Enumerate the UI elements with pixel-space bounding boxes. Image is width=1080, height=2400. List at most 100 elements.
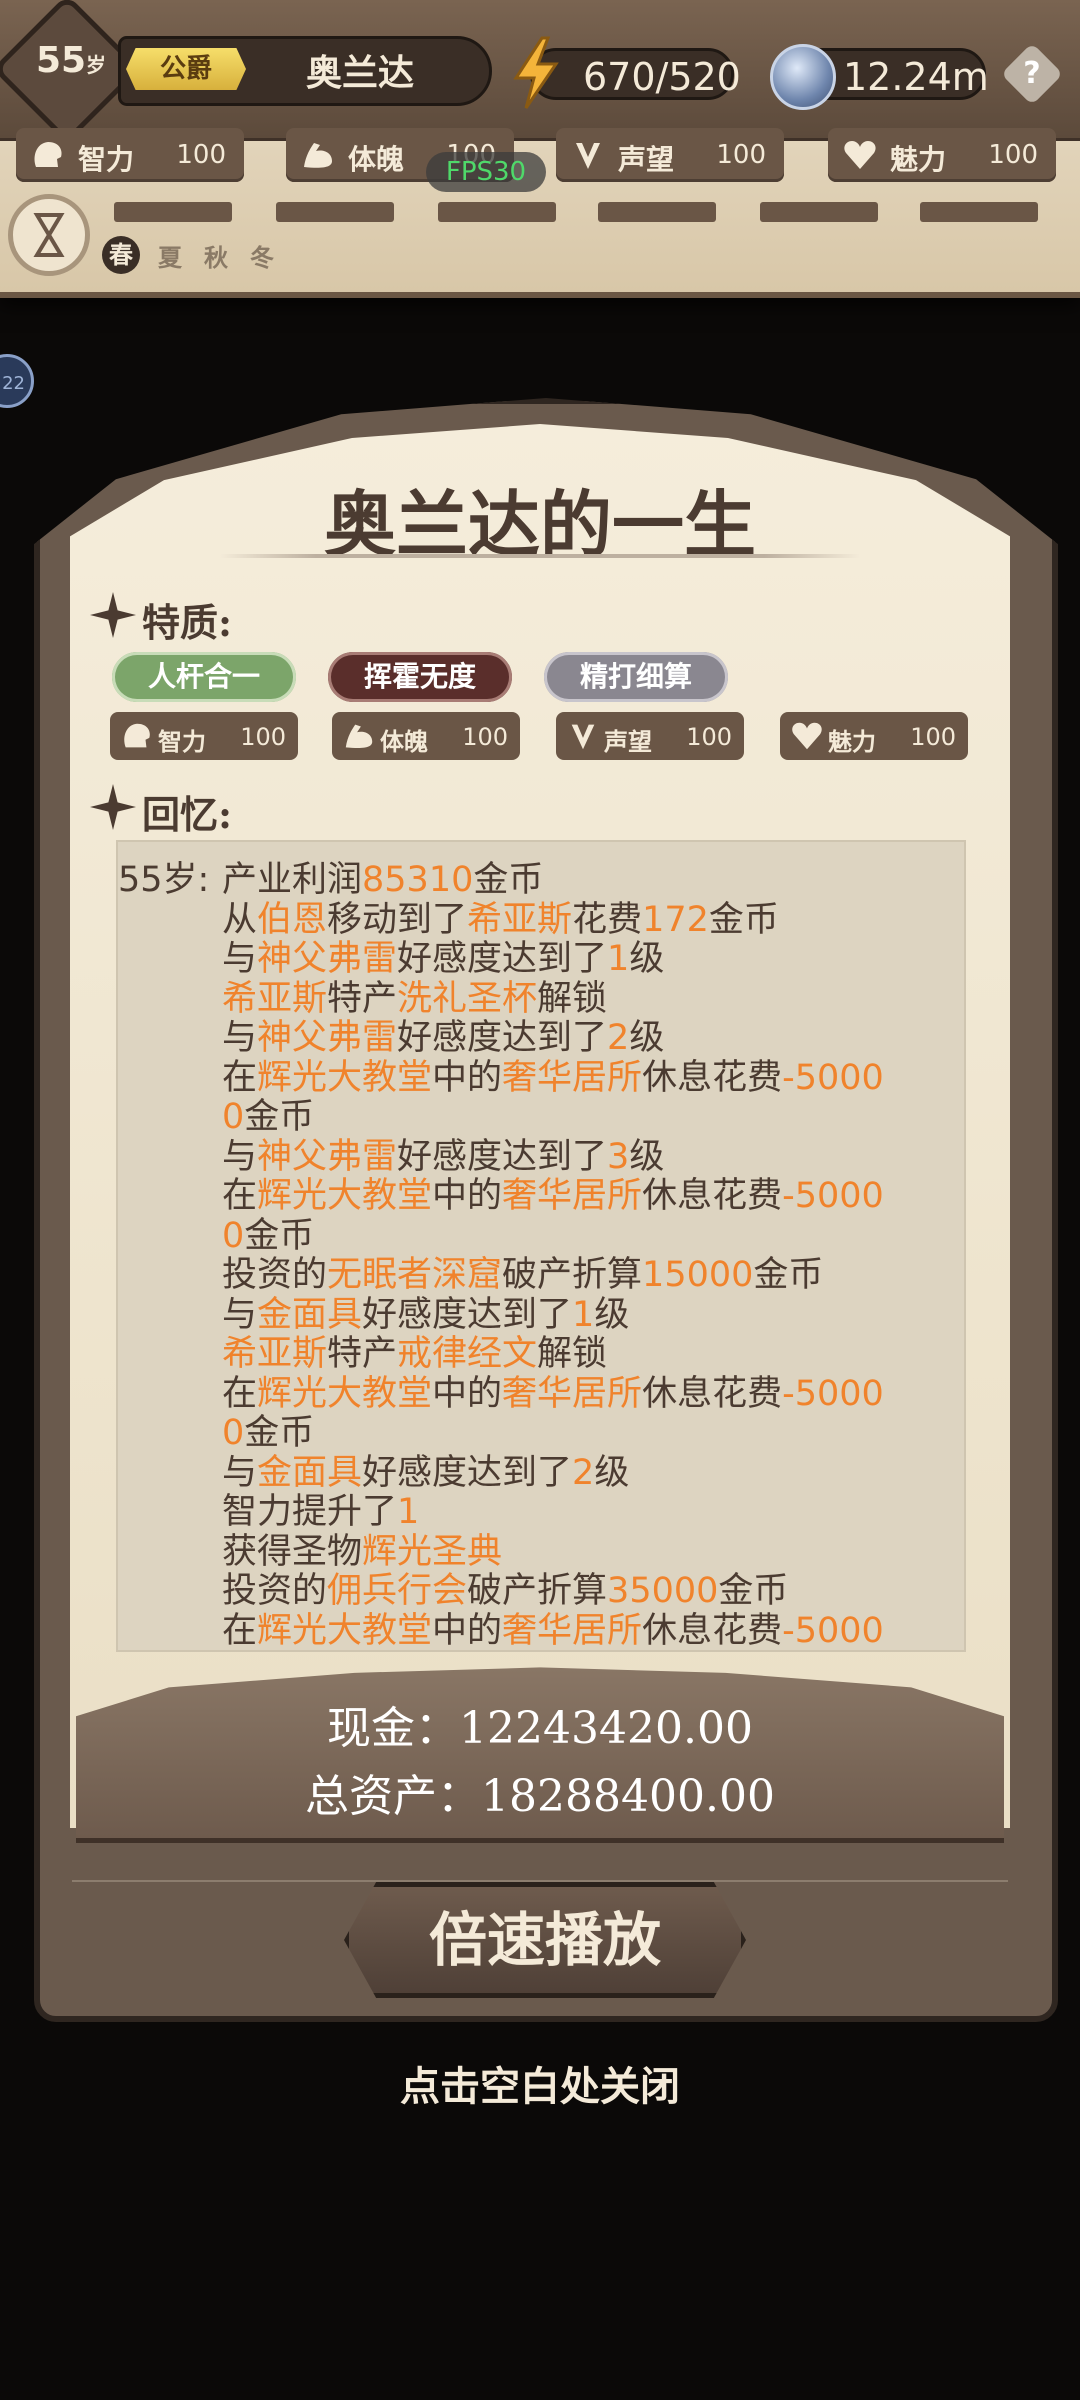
speed-playback-button[interactable]: 倍速播放 xyxy=(344,1882,746,1998)
log-highlight: 神父弗雷 xyxy=(257,1136,398,1177)
help-icon: ? xyxy=(1023,56,1041,91)
trait-tag[interactable]: 挥霍无度 xyxy=(328,652,512,702)
stat-label: 体魄 xyxy=(348,143,405,176)
bottom-divider xyxy=(72,1880,1008,1882)
stat-value: 100 xyxy=(686,723,732,751)
summary-stat-physique: 体魄 100 xyxy=(332,712,520,760)
season-autumn: 秋 xyxy=(204,243,228,272)
progress-segment xyxy=(598,202,716,222)
log-line: 从伯恩移动到了希亚斯花费172金币 xyxy=(222,900,779,940)
log-highlight: 伯恩 xyxy=(257,899,328,940)
log-text: 与 xyxy=(222,1136,258,1177)
age-unit: 岁 xyxy=(86,53,107,77)
log-text: 好感度达到了 xyxy=(397,1136,608,1177)
log-highlight: 3 xyxy=(607,1136,630,1177)
log-text: 投资的 xyxy=(222,1255,328,1295)
log-text: 金币 xyxy=(753,1255,824,1295)
log-text: 级 xyxy=(594,1452,630,1493)
log-line: 0金币 xyxy=(222,1413,314,1453)
log-text: 休息花费 xyxy=(642,1373,783,1414)
log-text: 从 xyxy=(222,899,258,940)
stat-intelligence[interactable]: 智力 100 xyxy=(16,128,244,182)
log-highlight: 辉光大教堂 xyxy=(257,1610,433,1651)
lightning-icon xyxy=(513,36,559,109)
log-highlight: 戒律经文 xyxy=(397,1334,538,1374)
log-line: 获得圣物辉光圣典 xyxy=(222,1532,502,1572)
log-line: 与神父弗雷好感度达到了3级 xyxy=(222,1137,664,1177)
log-highlight: 辉光大教堂 xyxy=(257,1057,433,1098)
log-text: 与 xyxy=(222,1452,258,1493)
log-highlight: 奢华居所 xyxy=(502,1176,643,1216)
help-button[interactable]: ? xyxy=(1000,42,1064,106)
stat-value: 100 xyxy=(240,723,286,751)
summary-stat-charm: 魅力 100 xyxy=(780,712,968,760)
log-highlight: 辉光大教堂 xyxy=(257,1373,433,1414)
log-highlight: 洗礼圣杯 xyxy=(397,978,538,1019)
summary-stat-intelligence: 智力 100 xyxy=(110,712,298,760)
log-line: 与金面具好感度达到了1级 xyxy=(222,1295,629,1335)
log-text: 好感度达到了 xyxy=(397,1018,608,1058)
currency-value: 12.24m xyxy=(843,55,989,99)
log-line: 在辉光大教堂中的奢华居所休息花费-5000 xyxy=(222,1176,884,1216)
log-highlight: 85310 xyxy=(362,860,474,900)
stat-label: 体魄 xyxy=(380,728,428,756)
log-line: 投资的无眠者深窟破产折算15000金币 xyxy=(222,1255,823,1295)
top-hud: 55岁 公爵 奥兰达 670/520 12.24m ? 智力 100 体魄 10… xyxy=(0,0,1080,298)
log-line: 与神父弗雷好感度达到了2级 xyxy=(222,1018,664,1058)
log-highlight: 无眠者深窟 xyxy=(327,1255,503,1295)
log-text: 特产 xyxy=(327,1334,398,1374)
stat-value: 100 xyxy=(988,140,1038,170)
progress-segment xyxy=(438,202,556,222)
log-highlight: 2 xyxy=(607,1018,630,1058)
log-text: 解锁 xyxy=(537,1334,608,1374)
memories-log[interactable]: 55岁: 产业利润85310金币 从伯恩移动到了希亚斯花费172金币 与神父弗雷好感度… xyxy=(116,840,966,1652)
memories-heading: 回忆: xyxy=(142,792,233,837)
stat-charm[interactable]: 魅力 100 xyxy=(828,128,1056,182)
side-tab-button[interactable]: 22 xyxy=(0,354,34,408)
log-text: 在 xyxy=(222,1610,258,1651)
log-line: 在辉光大教堂中的奢华居所休息花费-5000 xyxy=(222,1611,884,1651)
log-line: 希亚斯特产戒律经文解锁 xyxy=(222,1334,607,1374)
log-highlight: 希亚斯 xyxy=(467,899,573,940)
log-highlight: 2 xyxy=(572,1452,595,1493)
log-text: 好感度达到了 xyxy=(362,1294,573,1335)
trait-tag[interactable]: 人杆合一 xyxy=(112,652,296,702)
tap-to-close-hint[interactable]: 点击空白处关闭 xyxy=(0,2054,1080,2112)
log-highlight: 1 xyxy=(572,1294,595,1335)
trait-tag[interactable]: 精打细算 xyxy=(544,652,728,702)
progress-segment xyxy=(114,202,232,222)
log-highlight: 奢华居所 xyxy=(502,1057,643,1098)
brain-icon xyxy=(34,142,62,167)
log-highlight: -5000 xyxy=(782,1057,884,1098)
log-highlight: 1 xyxy=(607,939,630,979)
log-highlight: 金面具 xyxy=(257,1452,363,1493)
log-text: 在 xyxy=(222,1373,258,1414)
age-value: 55 xyxy=(35,40,87,81)
stat-label: 声望 xyxy=(618,143,675,176)
log-text: 智力提升了 xyxy=(222,1492,398,1532)
log-line: 智力提升了1 xyxy=(222,1492,419,1532)
stat-label: 智力 xyxy=(78,143,135,176)
total-assets-value: 总资产：18288400.00 xyxy=(305,1771,775,1822)
log-highlight: 神父弗雷 xyxy=(257,1018,398,1058)
log-text: 好感度达到了 xyxy=(362,1452,573,1493)
log-text: 休息花费 xyxy=(642,1610,783,1651)
log-text: 移动到了 xyxy=(327,899,468,940)
stat-label: 智力 xyxy=(158,728,206,756)
progress-segment xyxy=(276,202,394,222)
log-text: 休息花费 xyxy=(642,1176,783,1216)
stat-label: 魅力 xyxy=(828,728,876,756)
log-line: 与神父弗雷好感度达到了1级 xyxy=(222,939,664,979)
log-text: 获得圣物 xyxy=(222,1531,363,1572)
log-highlight: 172 xyxy=(642,899,709,940)
log-text: 金币 xyxy=(718,1571,789,1611)
laurel-icon xyxy=(571,724,595,750)
log-line: 55岁: 产业利润85310金币 xyxy=(118,860,543,900)
log-text: 金币 xyxy=(708,899,779,940)
stat-label: 声望 xyxy=(604,728,652,756)
heart-icon xyxy=(792,722,822,750)
stat-reputation[interactable]: 声望 100 xyxy=(556,128,784,182)
age-label: 55岁 xyxy=(26,40,116,81)
hourglass-icon[interactable] xyxy=(8,194,90,276)
season-summer: 夏 xyxy=(158,243,182,272)
